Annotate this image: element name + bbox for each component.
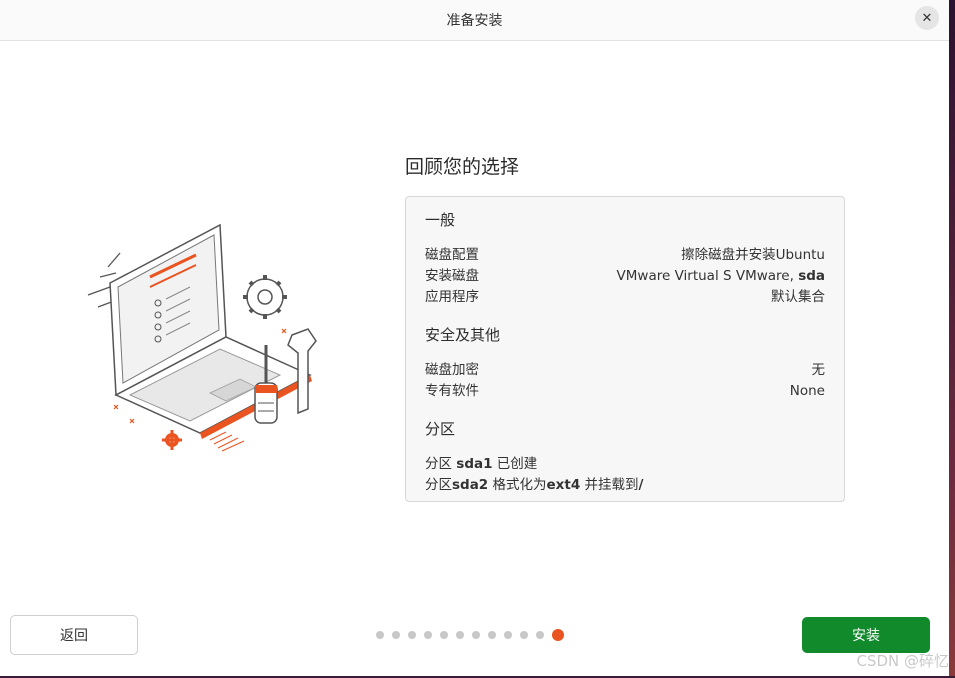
partition-line-sda2: 分区sda2 格式化为ext4 并挂载到/	[425, 477, 644, 493]
step-progress-dots	[376, 629, 564, 641]
step-dot-active	[552, 629, 564, 641]
step-dot	[488, 631, 496, 639]
step-dot	[520, 631, 528, 639]
summary-row-install-disk: 安装磁盘 VMware Virtual S VMware, sda	[425, 266, 825, 287]
row-label: 安装磁盘	[425, 268, 479, 284]
summary-row-applications: 应用程序 默认集合	[425, 287, 825, 308]
step-dot	[392, 631, 400, 639]
review-heading: 回顾您的选择	[405, 156, 520, 178]
row-label: 磁盘配置	[425, 247, 479, 263]
row-value: 无	[811, 362, 826, 378]
small-gear-icon	[162, 430, 182, 450]
hatch-pattern-icon	[209, 431, 245, 452]
titlebar: 准备安装 ✕	[0, 0, 949, 41]
step-dot	[376, 631, 384, 639]
row-value: 擦除磁盘并安装Ubuntu	[681, 247, 825, 263]
step-dot	[424, 631, 432, 639]
laptop-tools-illustration	[87, 223, 317, 452]
step-dot	[440, 631, 448, 639]
step-dot	[456, 631, 464, 639]
row-value: VMware Virtual S VMware, sda	[616, 268, 825, 284]
window-title: 准备安装	[446, 13, 503, 29]
summary-panel: 一般 磁盘配置 擦除磁盘并安装Ubuntu 安装磁盘 VMware Virtua…	[405, 196, 845, 502]
row-label: 专有软件	[425, 383, 479, 399]
close-button[interactable]: ✕	[915, 6, 939, 30]
step-dot	[408, 631, 416, 639]
row-value: None	[789, 383, 825, 399]
desktop-background-edge	[949, 0, 955, 678]
row-label: 磁盘加密	[425, 362, 479, 378]
step-dot	[504, 631, 512, 639]
step-dot	[472, 631, 480, 639]
watermark-text: CSDN @碎忆	[856, 652, 949, 670]
row-label: 应用程序	[425, 289, 479, 305]
summary-row-disk-config: 磁盘配置 擦除磁盘并安装Ubuntu	[425, 245, 825, 266]
gear-icon	[243, 275, 287, 319]
row-value: 默认集合	[771, 289, 825, 305]
summary-row-proprietary: 专有软件 None	[425, 381, 825, 402]
back-button[interactable]: 返回	[10, 615, 138, 655]
section-title-general: 一般	[425, 211, 456, 229]
section-title-security: 安全及其他	[425, 326, 501, 344]
close-icon: ✕	[921, 10, 933, 26]
install-button[interactable]: 安装	[802, 617, 930, 653]
section-title-partitions: 分区	[425, 420, 456, 438]
summary-row-encryption: 磁盘加密 无	[425, 360, 825, 381]
installer-window: 准备安装 ✕ 回顾您的选择 一般 磁盘配置 擦除磁盘并安装Ubuntu 安装磁盘…	[0, 0, 949, 676]
partition-line-sda1: 分区 sda1 已创建	[425, 456, 538, 472]
step-dot	[536, 631, 544, 639]
